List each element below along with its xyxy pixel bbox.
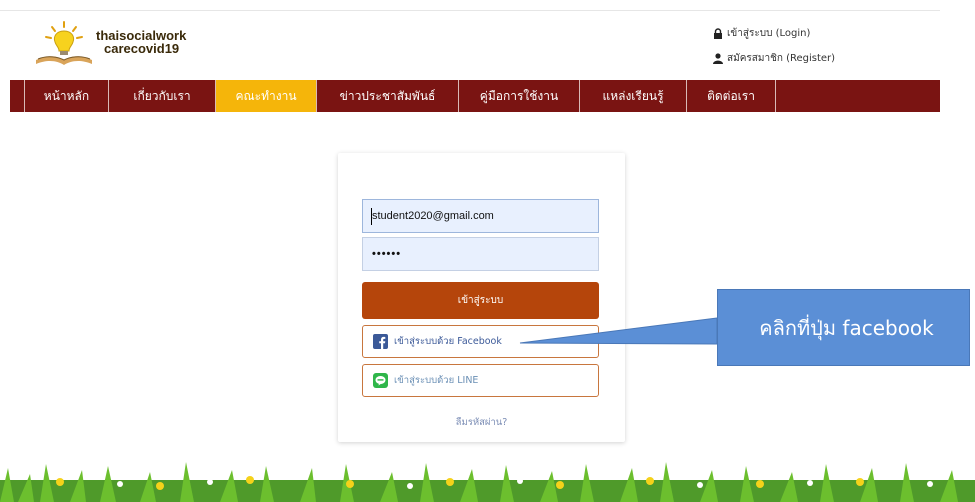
nav-home[interactable]: หน้าหลัก [25,80,109,112]
facebook-login-label: เข้าสู่ระบบด้วย Facebook [394,336,502,347]
login-button-label: เข้าสู่ระบบ [457,295,504,306]
line-login-label: เข้าสู่ระบบด้วย LINE [394,375,479,386]
grass-flowers-decoration [0,462,975,502]
email-value: student2020@gmail.com [372,210,494,222]
main-navbar: หน้าหลัก เกี่ยวกับเรา คณะทำงาน ข่าวประชา… [10,80,940,112]
password-value: •••••• [372,248,402,260]
email-field[interactable]: student2020@gmail.com [362,199,599,233]
forgot-password-link[interactable]: ลืมรหัสผ่าน? [338,415,625,430]
brand-line-2: carecovid19 [104,41,180,56]
nav-team[interactable]: คณะทำงาน [216,80,317,112]
header-divider [0,10,940,11]
lightbulb-book-icon [36,21,92,65]
instruction-callout: คลิกที่ปุ่ม facebook [717,289,970,366]
user-icon [713,52,723,64]
register-link-label: สมัครสมาชิก (Register) [727,52,836,64]
nav-news[interactable]: ข่าวประชาสัมพันธ์ [317,80,459,112]
line-icon [373,373,388,388]
auth-links: เข้าสู่ระบบ (Login) สมัครสมาชิก (Registe… [713,26,835,76]
login-link-label: เข้าสู่ระบบ (Login) [727,27,811,39]
facebook-login-button[interactable]: เข้าสู่ระบบด้วย Facebook [362,325,599,358]
register-link[interactable]: สมัครสมาชิก (Register) [713,51,835,65]
nav-resources[interactable]: แหล่งเรียนรู้ [580,80,687,112]
facebook-icon [373,334,388,349]
site-logo[interactable]: thaisocialwork carecovid19 [32,20,242,68]
brand-name: thaisocialwork carecovid19 [96,29,186,55]
nav-manual[interactable]: คู่มือการใช้งาน [459,80,580,112]
navbar-spacer [10,80,25,112]
callout-text: คลิกที่ปุ่ม facebook [759,315,934,340]
password-field[interactable]: •••••• [362,237,599,271]
nav-about[interactable]: เกี่ยวกับเรา [109,80,216,112]
lock-icon [714,27,722,39]
text-caret [371,208,372,225]
login-button[interactable]: เข้าสู่ระบบ [362,282,599,319]
line-login-button[interactable]: เข้าสู่ระบบด้วย LINE [362,364,599,397]
login-card: student2020@gmail.com •••••• เข้าสู่ระบบ… [338,153,625,442]
nav-contact[interactable]: ติดต่อเรา [687,80,776,112]
login-link[interactable]: เข้าสู่ระบบ (Login) [713,26,835,40]
